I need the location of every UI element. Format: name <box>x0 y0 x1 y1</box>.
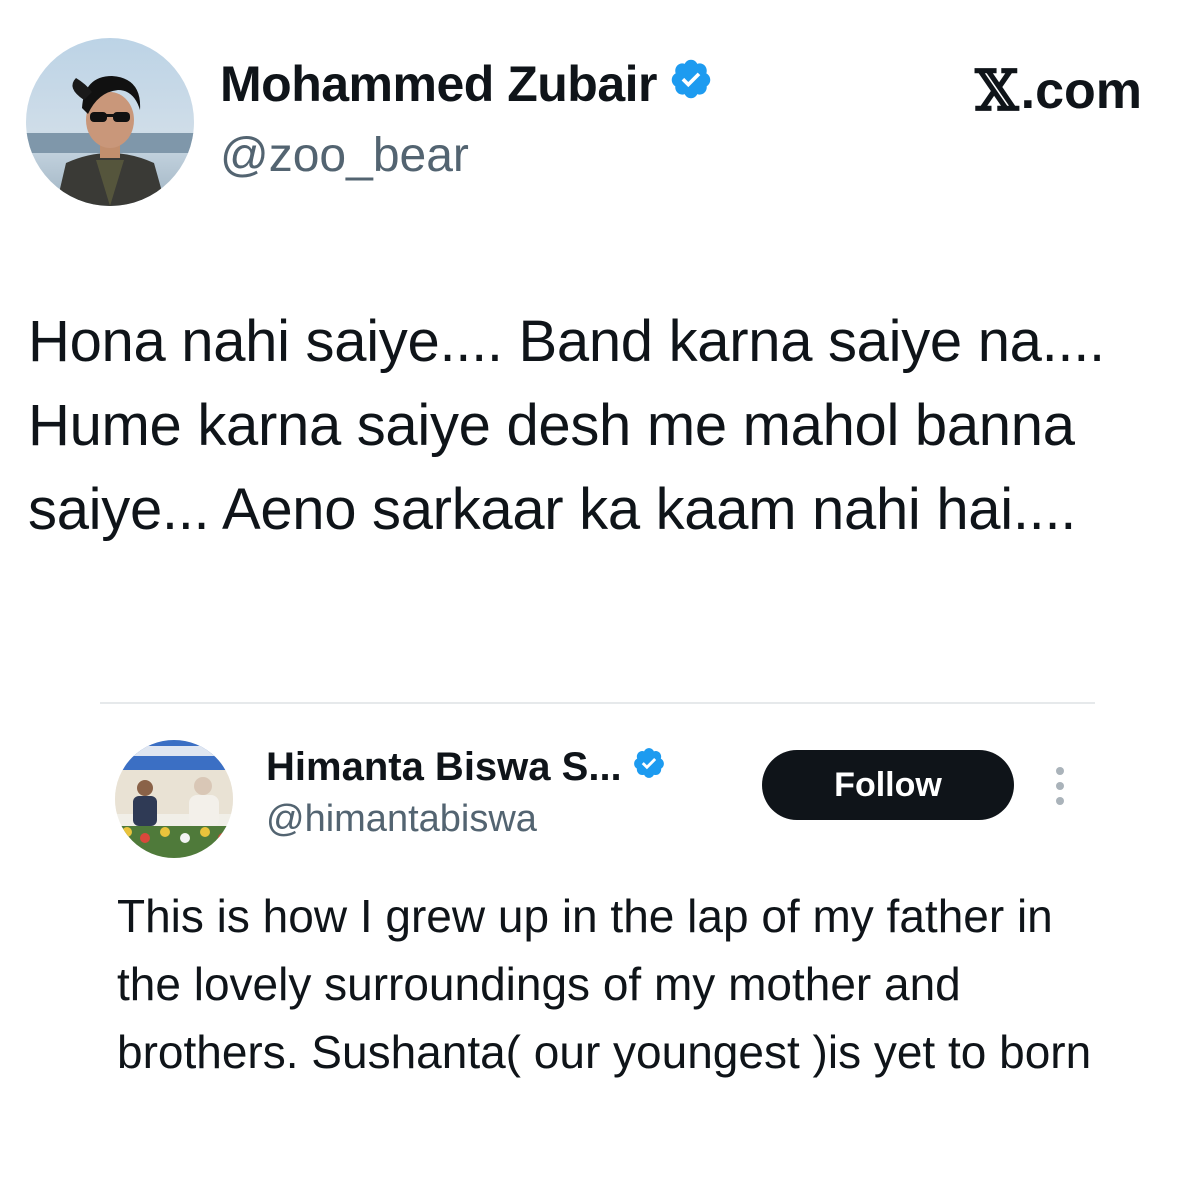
verified-badge-icon <box>669 55 713 113</box>
quoted-author-handle[interactable]: @himantabiswa <box>266 798 537 841</box>
author-handle[interactable]: @zoo_bear <box>220 128 469 183</box>
x-com-logo: 𝕏 .com <box>975 58 1142 124</box>
tweet-text: Hona nahi saiye.... Band karna saiye na.… <box>28 309 1105 542</box>
x-logo-icon: 𝕏 <box>975 58 1019 124</box>
more-vertical-icon[interactable] <box>1052 765 1068 807</box>
author-name-text: Mohammed Zubair <box>220 56 657 112</box>
brand-suffix: .com <box>1020 62 1142 120</box>
divider <box>100 702 1095 704</box>
quoted-author-name-text: Himanta Biswa S... <box>266 745 622 789</box>
follow-button[interactable]: Follow <box>762 750 1014 820</box>
author-avatar[interactable] <box>26 38 194 206</box>
author-avatar-image <box>26 38 194 206</box>
quoted-avatar-image <box>115 740 233 858</box>
quoted-author-name[interactable]: Himanta Biswa S... <box>266 745 666 790</box>
verified-badge-icon <box>632 745 666 790</box>
quoted-author-avatar[interactable] <box>115 740 233 858</box>
quoted-tweet-text: This is how I grew up in the lap of my f… <box>117 890 1092 1078</box>
author-name[interactable]: Mohammed Zubair <box>220 55 713 113</box>
